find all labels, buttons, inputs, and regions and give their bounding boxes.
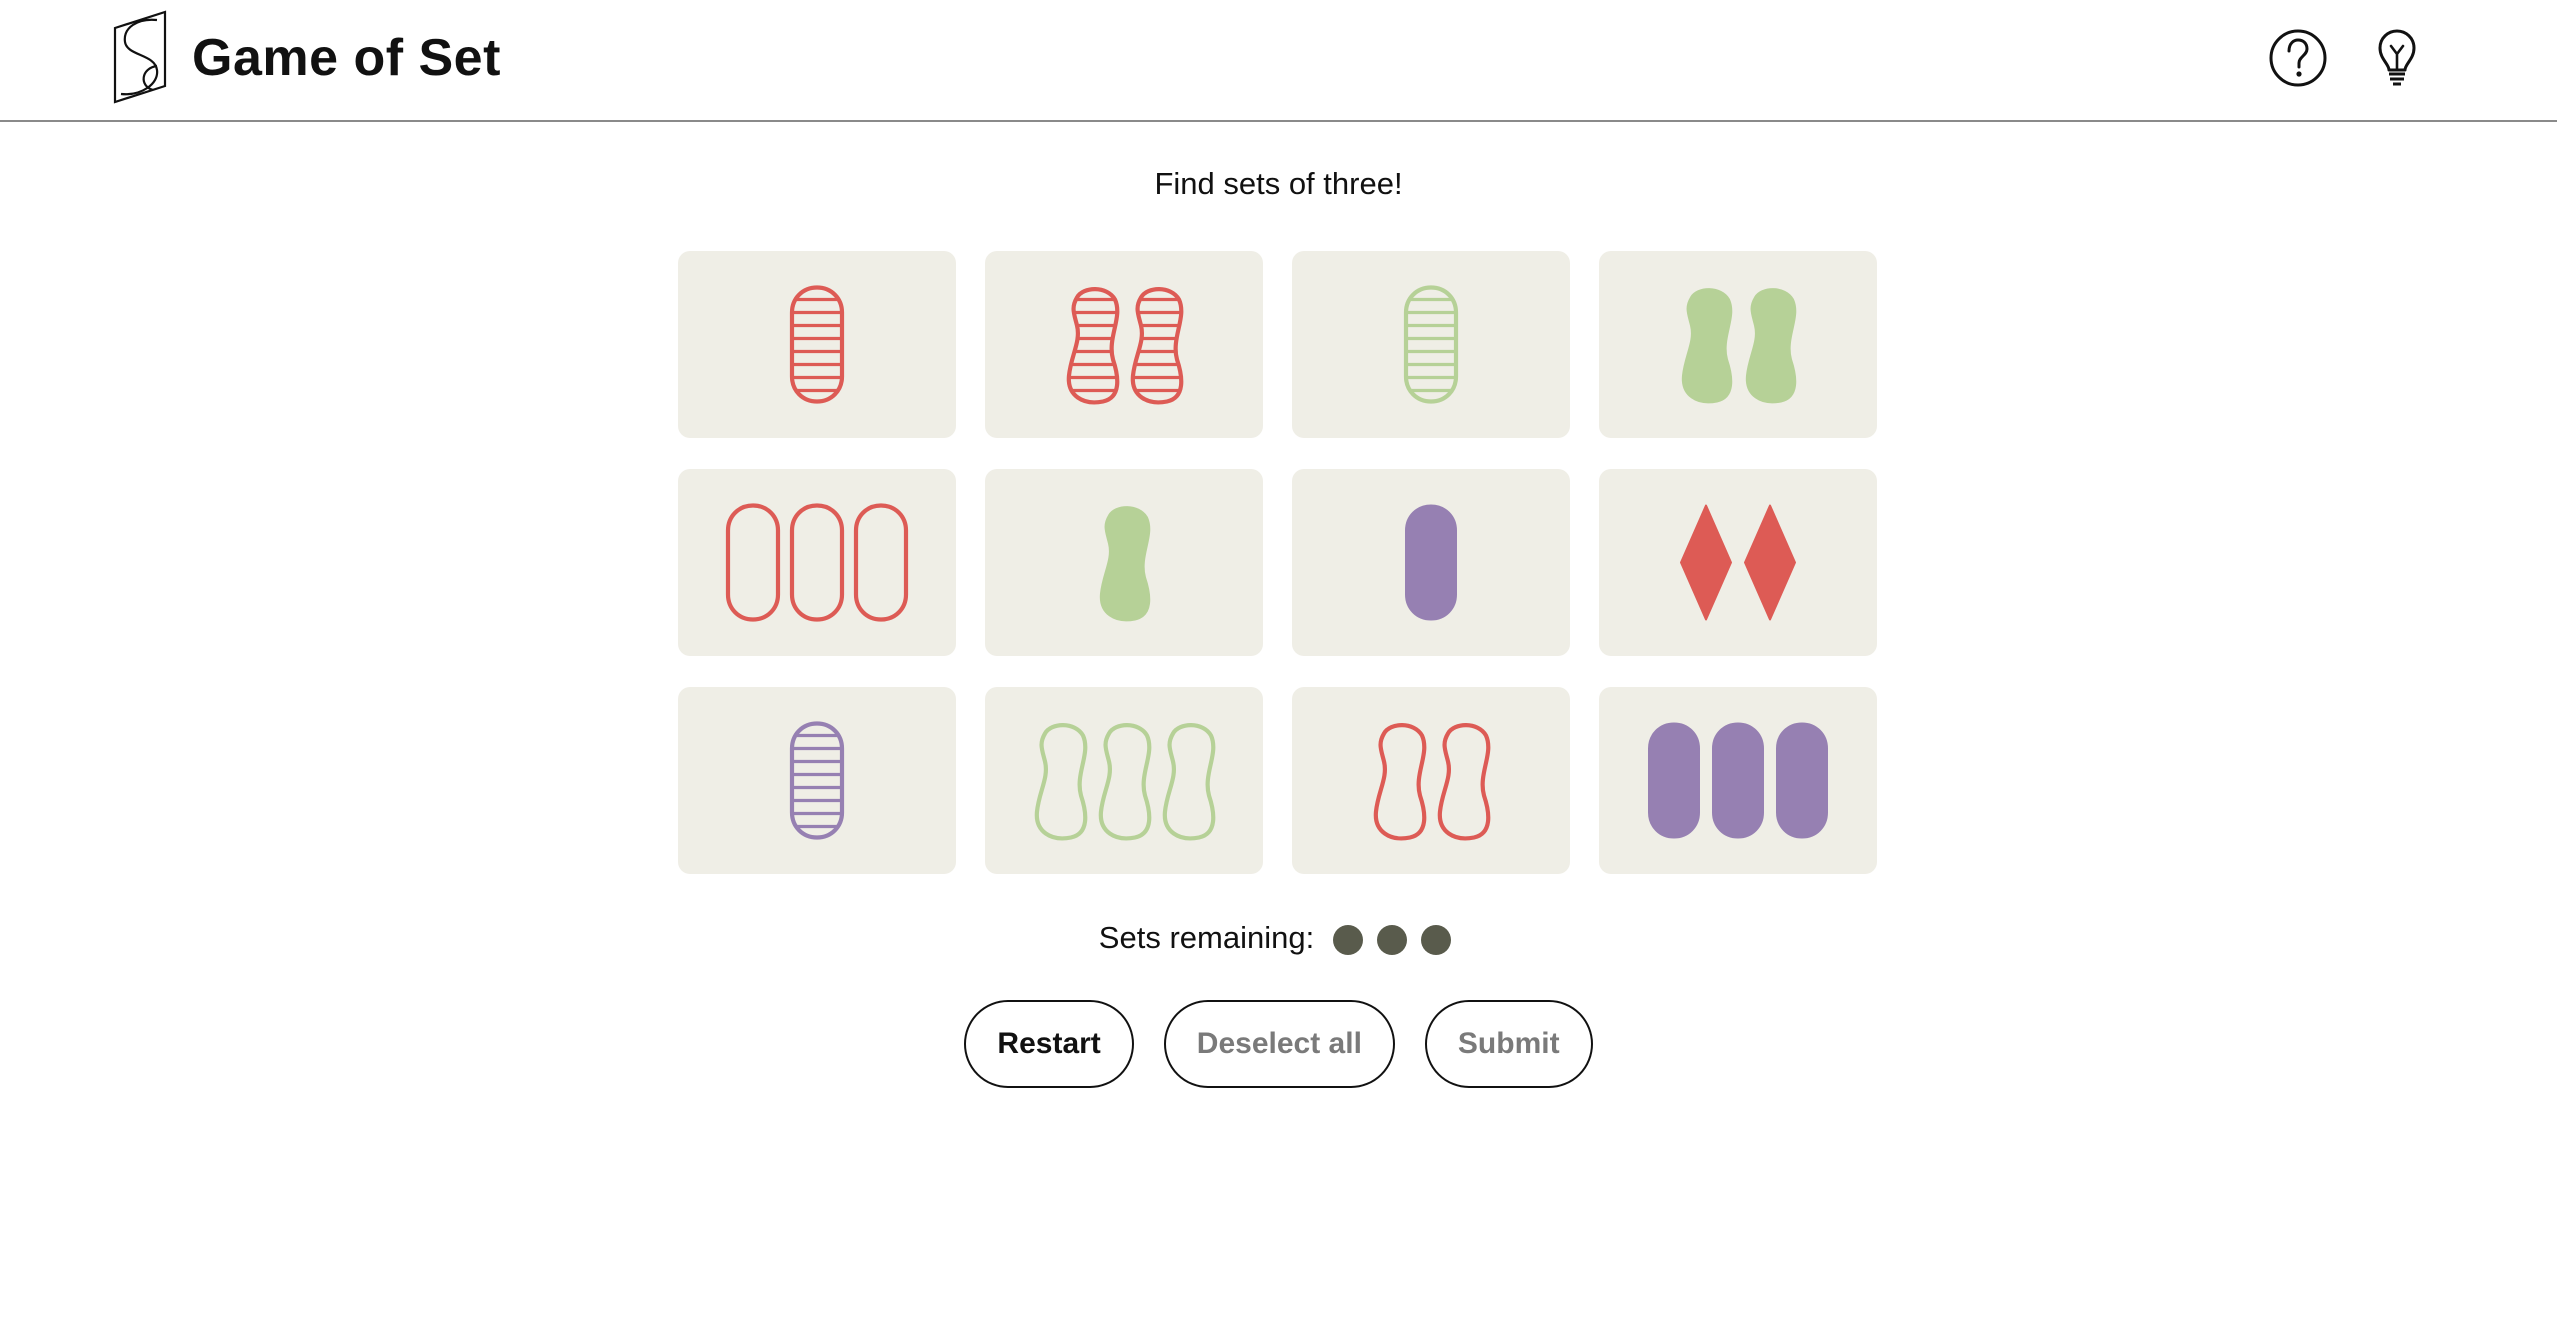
set-card[interactable] <box>985 251 1263 438</box>
squiggle-symbol <box>1681 288 1733 404</box>
card-symbols <box>1373 723 1491 841</box>
sets-remaining: Sets remaining: <box>0 916 2557 958</box>
squiggle-symbol <box>1130 287 1184 405</box>
card-symbols <box>1403 285 1459 404</box>
submit-button[interactable]: Submit <box>1424 1000 1593 1088</box>
set-logo-icon <box>113 10 167 104</box>
squiggle-symbol <box>1745 288 1797 404</box>
set-card[interactable] <box>985 469 1263 656</box>
squiggle-symbol <box>1066 287 1120 405</box>
diamond-symbol <box>1744 504 1796 621</box>
action-buttons: Restart Deselect all Submit <box>0 1000 2557 1088</box>
app-title: Game of Set <box>192 29 501 87</box>
oval-symbol <box>1403 285 1459 404</box>
oval-symbol <box>853 503 909 622</box>
card-symbols <box>1066 287 1184 405</box>
squiggle-symbol <box>1098 723 1152 841</box>
card-symbols <box>1681 288 1797 404</box>
set-card[interactable] <box>1292 687 1570 874</box>
deselect-all-button[interactable]: Deselect all <box>1163 1000 1395 1088</box>
oval-symbol <box>789 285 845 404</box>
remaining-set-dot <box>1333 924 1364 955</box>
card-board <box>678 251 1878 874</box>
sets-remaining-label: Sets remaining: <box>1098 919 1315 955</box>
squiggle-symbol <box>1034 723 1088 841</box>
oval-symbol <box>1648 722 1700 839</box>
remaining-set-dot <box>1377 924 1408 955</box>
card-symbols <box>725 503 909 622</box>
remaining-set-dot <box>1421 924 1452 955</box>
card-symbols <box>789 285 845 404</box>
card-symbols <box>1099 506 1151 622</box>
card-symbols <box>1648 722 1828 839</box>
set-card[interactable] <box>1292 251 1570 438</box>
oval-symbol <box>725 503 781 622</box>
sets-remaining-dots <box>1326 918 1458 958</box>
set-card[interactable] <box>678 687 956 874</box>
game-prompt: Find sets of three! <box>1154 166 1403 201</box>
squiggle-symbol <box>1437 723 1491 841</box>
set-card[interactable] <box>1599 469 1877 656</box>
oval-symbol <box>1405 504 1457 621</box>
squiggle-symbol <box>1162 723 1216 841</box>
squiggle-symbol <box>1099 506 1151 622</box>
squiggle-symbol <box>1373 723 1427 841</box>
diamond-symbol <box>1680 504 1732 621</box>
card-symbols <box>1680 504 1796 621</box>
restart-button[interactable]: Restart <box>964 1000 1134 1088</box>
header: Game of Set <box>0 0 2557 122</box>
set-card[interactable] <box>1292 469 1570 656</box>
card-symbols <box>1034 723 1216 841</box>
set-card[interactable] <box>1599 251 1877 438</box>
oval-symbol <box>1776 722 1828 839</box>
lightbulb-icon[interactable] <box>2367 28 2427 88</box>
card-symbols <box>1405 504 1457 621</box>
oval-symbol <box>789 503 845 622</box>
set-card[interactable] <box>678 469 956 656</box>
card-symbols <box>789 721 845 840</box>
question-circle-icon[interactable] <box>2268 28 2328 88</box>
set-card[interactable] <box>678 251 956 438</box>
set-card[interactable] <box>1599 687 1877 874</box>
oval-symbol <box>1712 722 1764 839</box>
oval-symbol <box>789 721 845 840</box>
set-card[interactable] <box>985 687 1263 874</box>
